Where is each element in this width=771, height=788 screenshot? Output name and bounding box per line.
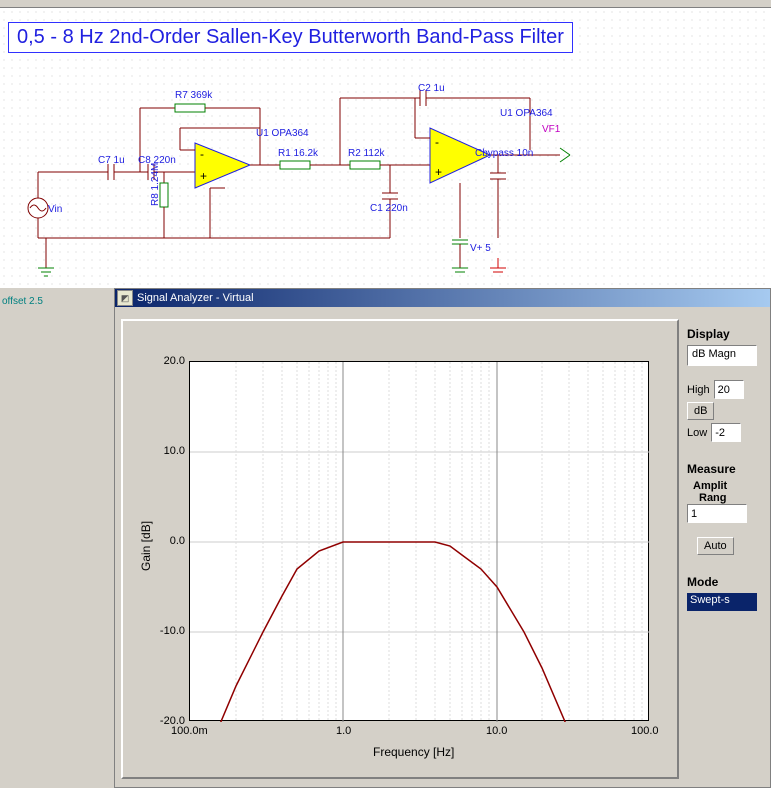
label-VF1: VF1	[542, 124, 560, 135]
signal-analyzer-window: ◩ Signal Analyzer - Virtual	[114, 288, 771, 788]
ytick-1: 10.0	[157, 445, 185, 457]
label-C1: C1 220n	[370, 203, 408, 214]
low-input[interactable]	[711, 423, 741, 442]
amplitude-label: Amplit	[693, 480, 771, 492]
analyzer-titlebar[interactable]: ◩ Signal Analyzer - Virtual	[115, 289, 770, 307]
svg-text:+: +	[435, 165, 442, 179]
label-C2: C2 1u	[418, 83, 445, 94]
label-Vplus: V+ 5	[470, 243, 491, 254]
label-R2: R2 112k	[348, 148, 385, 159]
xtick-3: 100.0	[631, 725, 659, 737]
y-axis-label: Gain [dB]	[139, 521, 153, 571]
svg-text:-: -	[200, 147, 204, 161]
analyzer-app-icon: ◩	[117, 290, 133, 306]
schematic-drawing: - +	[0, 8, 771, 288]
ytick-2: 0.0	[157, 535, 185, 547]
xtick-1: 1.0	[336, 725, 351, 737]
svg-text:+: +	[200, 169, 207, 183]
low-label: Low	[687, 427, 707, 439]
analyzer-title-text: Signal Analyzer - Virtual	[137, 292, 254, 304]
ytick-0: 20.0	[157, 355, 185, 367]
app-toolbar-strip	[0, 0, 771, 8]
svg-text:-: -	[435, 135, 439, 149]
range-label: Rang	[699, 492, 771, 504]
plot-svg	[190, 362, 650, 722]
plot-area[interactable]	[189, 361, 649, 721]
range-input[interactable]	[687, 504, 747, 523]
xtick-0: 100.0m	[171, 725, 208, 737]
display-type-dropdown[interactable]: dB Magn	[687, 345, 757, 366]
auto-button[interactable]: Auto	[697, 537, 734, 555]
label-R8: R8 1.24M	[150, 163, 161, 206]
plot-panel: 20.0 10.0 0.0 -10.0 -20.0 100.0m 1.0 10.…	[121, 319, 679, 779]
label-R1: R1 16.2k	[278, 148, 318, 159]
label-Vin: Vin	[48, 204, 62, 215]
ytick-3: -10.0	[153, 625, 185, 637]
measure-group-label: Measure	[687, 462, 771, 476]
label-Cbypass: Cbypass 10n	[475, 148, 533, 159]
xtick-2: 10.0	[486, 725, 507, 737]
high-input[interactable]	[714, 380, 744, 399]
label-R7: R7 369k	[175, 90, 212, 101]
db-button[interactable]: dB	[687, 402, 714, 420]
mode-dropdown[interactable]: Swept-s	[687, 593, 757, 611]
label-U2: U1 OPA364	[500, 108, 553, 119]
schematic-canvas: 0,5 - 8 Hz 2nd-Order Sallen-Key Butterwo…	[0, 8, 771, 288]
label-offset: offset 2.5	[2, 296, 43, 307]
display-group-label: Display	[687, 327, 771, 341]
analyzer-controls: Display dB Magn High dB Low Measure Ampl…	[687, 319, 771, 611]
label-C7: C7 1u	[98, 155, 125, 166]
label-U1: U1 OPA364	[256, 128, 309, 139]
mode-group-label: Mode	[687, 575, 771, 589]
x-axis-label: Frequency [Hz]	[373, 745, 454, 759]
high-label: High	[687, 384, 710, 396]
